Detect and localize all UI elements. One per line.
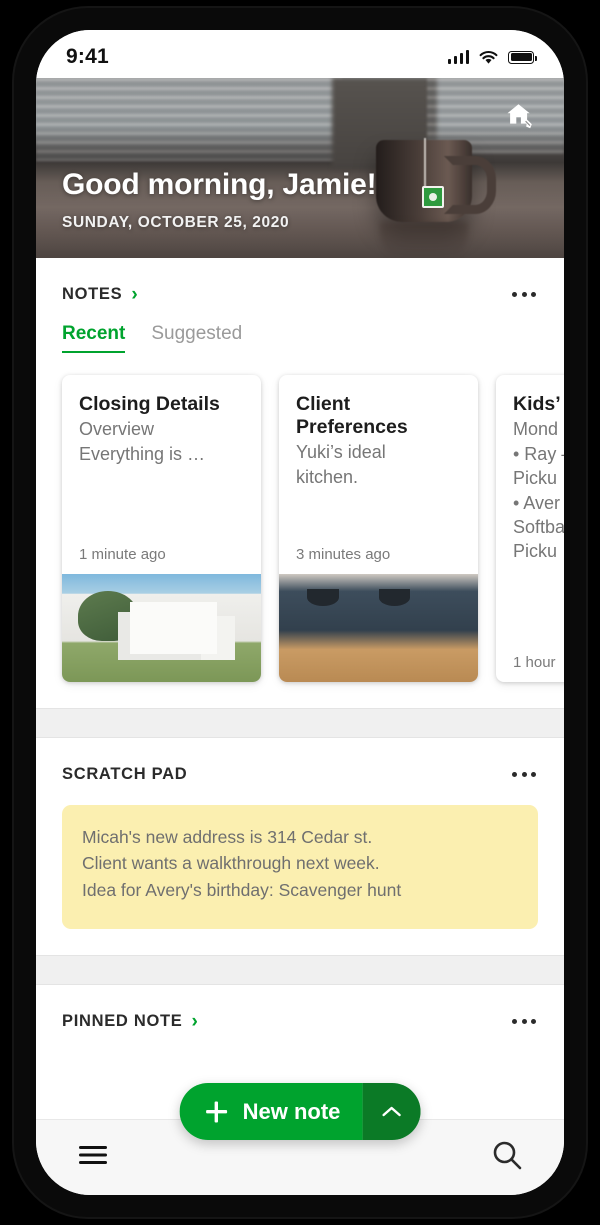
wifi-icon: [479, 50, 498, 64]
tab-suggested[interactable]: Suggested: [151, 323, 242, 353]
note-card-thumbnail: [279, 574, 478, 682]
note-card-subtitle: Yuki’s ideal: [296, 442, 386, 462]
scratch-pad-title-wrap: SCRATCH PAD: [62, 765, 187, 784]
tea-bag-tag-decor: [422, 186, 444, 208]
mug-reflection-decor: [380, 222, 468, 258]
notes-section-header: NOTES ›: [36, 258, 564, 305]
note-card-subtitle: Overview: [79, 419, 155, 439]
note-card-timestamp: 1 hour: [513, 654, 556, 671]
note-card-body: Kids’ Mond • Ray – Picku • Aver Softba P…: [496, 375, 564, 654]
scratch-pad-line: Client wants a walkthrough next week.: [82, 853, 380, 874]
coffee-mug-decor: [376, 138, 496, 222]
note-card-thumbnail: [62, 574, 261, 682]
battery-full-icon: [508, 50, 537, 64]
note-card-body: Closing Details Overview Everything is …: [62, 375, 261, 546]
note-card-preview-line: • Aver: [513, 492, 560, 513]
section-divider-band: [36, 954, 564, 985]
note-card[interactable]: Closing Details Overview Everything is ……: [62, 375, 261, 682]
scratch-pad-section: SCRATCH PAD Micah's new address is 314 C…: [36, 738, 564, 929]
status-bar-icons: [447, 50, 537, 65]
hero-date-text: SUNDAY, OCTOBER 25, 2020: [62, 214, 290, 231]
home-edit-icon: [507, 104, 532, 129]
notes-title-link[interactable]: NOTES ›: [62, 285, 138, 304]
hamburger-menu-button[interactable]: [76, 1143, 110, 1172]
note-card-timestamp: 1 minute ago: [79, 546, 166, 563]
note-card-preview-line: Picku: [513, 541, 558, 562]
notes-section: NOTES › Recent Suggested Closing Details…: [36, 258, 564, 708]
pinned-note-header: PINNED NOTE ›: [36, 985, 564, 1032]
chevron-up-icon: [382, 1106, 401, 1116]
cellular-signal-icon: [447, 50, 469, 64]
note-card-preview-line: Everything is …: [79, 443, 206, 464]
pinned-note-title: PINNED NOTE: [62, 1011, 183, 1030]
scratch-pad-title: SCRATCH PAD: [62, 765, 188, 783]
tab-recent[interactable]: Recent: [62, 323, 126, 353]
phone-device-frame: 9:41 Good morning, Jamie! SUNDAY, OCTOBE…: [14, 8, 586, 1217]
notes-card-list[interactable]: Closing Details Overview Everything is ……: [36, 353, 564, 708]
notes-overflow-menu-icon[interactable]: [510, 284, 538, 305]
note-card-title: Kids’: [513, 393, 561, 415]
window-blinds-decor: [36, 78, 343, 161]
status-bar-clock: 9:41: [66, 45, 109, 68]
new-note-fab[interactable]: New note: [179, 1083, 421, 1140]
home-edit-button[interactable]: [500, 96, 540, 136]
new-note-button[interactable]: New note: [179, 1083, 363, 1140]
note-card[interactable]: Client Preferences Yuki’s ideal kitchen.…: [279, 375, 478, 682]
plus-icon: [206, 1101, 228, 1122]
note-card-body: Client Preferences Yuki’s ideal kitchen.: [279, 375, 478, 546]
note-card-preview-line: Softba: [513, 516, 564, 537]
note-card-subtitle: Mond: [513, 419, 559, 439]
chevron-right-icon: ›: [131, 284, 138, 305]
scratch-pad-line: Idea for Avery's birthday: Scavenger hun…: [82, 879, 402, 900]
pinned-note-overflow-menu-icon[interactable]: [510, 1011, 538, 1032]
scratch-pad-note[interactable]: Micah's new address is 314 Cedar st. Cli…: [62, 805, 538, 929]
status-bar: 9:41: [36, 30, 564, 78]
pinned-note-title-link[interactable]: PINNED NOTE ›: [62, 1012, 198, 1031]
scratch-pad-header: SCRATCH PAD: [36, 738, 564, 785]
phone-screen: 9:41 Good morning, Jamie! SUNDAY, OCTOBE…: [36, 30, 564, 1195]
note-card-title: Closing Details: [79, 393, 220, 415]
note-card-title: Client Preferences: [296, 393, 408, 438]
scratch-pad-line: Micah's new address is 314 Cedar st.: [82, 827, 373, 847]
note-card-timestamp: 3 minutes ago: [296, 546, 391, 563]
chevron-right-icon: ›: [191, 1010, 198, 1032]
note-card[interactable]: Kids’ Mond • Ray – Picku • Aver Softba P…: [496, 375, 564, 682]
search-button[interactable]: [490, 1138, 524, 1177]
new-note-expand-button[interactable]: [362, 1083, 421, 1140]
note-card-preview-line: • Ray –: [513, 443, 564, 464]
pinned-note-section: PINNED NOTE ›: [36, 984, 564, 1066]
hamburger-menu-icon: [79, 1146, 107, 1164]
notes-tabs: Recent Suggested: [36, 305, 564, 353]
scratch-pad-overflow-menu-icon[interactable]: [510, 764, 538, 785]
greeting-text: Good morning, Jamie!: [62, 168, 377, 201]
section-divider-band: [36, 708, 564, 738]
note-card-preview-line: kitchen.: [296, 466, 359, 487]
new-note-label: New note: [242, 1098, 341, 1124]
search-icon: [493, 1141, 522, 1170]
hero-header: Good morning, Jamie! SUNDAY, OCTOBER 25,…: [36, 78, 564, 258]
notes-section-title: NOTES: [62, 285, 123, 303]
note-card-preview-line: Picku: [513, 468, 558, 489]
